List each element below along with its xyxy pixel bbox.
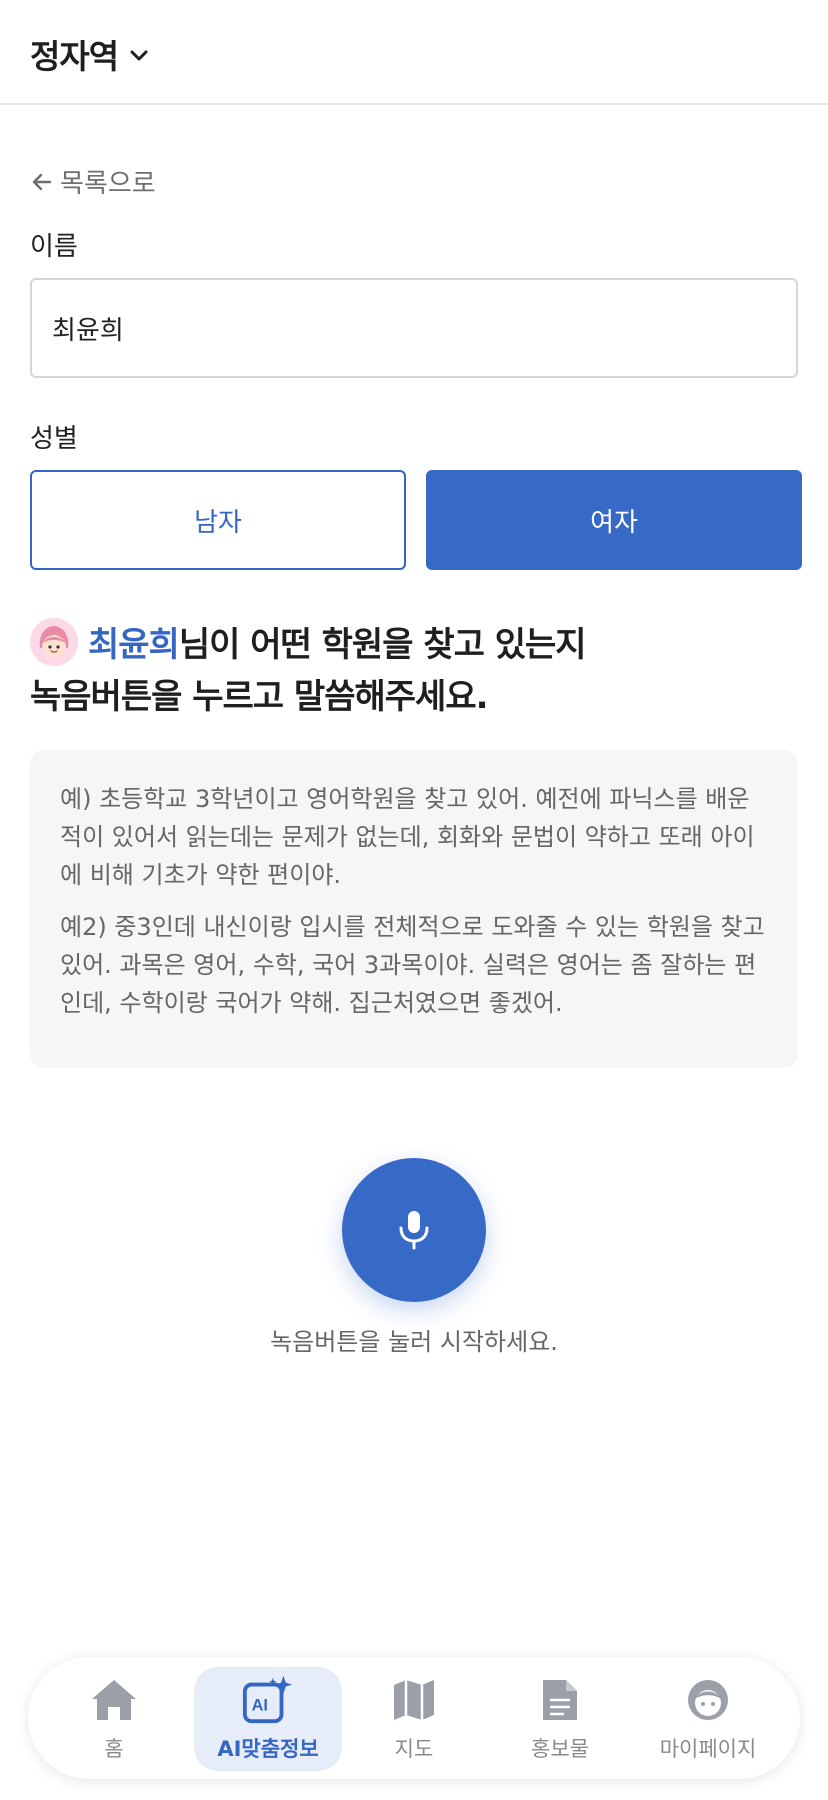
station-name: 정자역: [30, 37, 119, 76]
gender-male-button[interactable]: 남자: [30, 470, 406, 570]
station-selector[interactable]: 정자역: [30, 30, 150, 78]
record-hint: 녹음버튼을 눌러 시작하세요.: [270, 1328, 558, 1356]
nav-item-mypage[interactable]: 마이페이지: [634, 1667, 782, 1771]
ai-sparkle-icon: AI: [241, 1673, 295, 1727]
nav-label-home: 홈: [104, 1737, 124, 1761]
home-icon: [87, 1673, 141, 1727]
nav-label-map: 지도: [394, 1737, 434, 1761]
name-label: 이름: [30, 232, 78, 262]
prompt-line2: 녹음버튼을 누르고 말씀해주세요.: [30, 677, 489, 717]
gender-label: 성별: [30, 424, 78, 454]
nav-item-flyers[interactable]: 홍보물: [486, 1667, 634, 1771]
svg-text:AI: AI: [252, 1697, 268, 1715]
example-2: 예2) 중3인데 내신이랑 입시를 전체적으로 도와줄 수 있는 학원을 찾고 …: [60, 913, 765, 1017]
arrow-left-icon: [32, 173, 52, 190]
prompt-user-name: 최윤희: [88, 625, 180, 665]
microphone-icon: [399, 1211, 429, 1250]
nav-label-flyers: 홍보물: [531, 1737, 589, 1761]
name-field[interactable]: [30, 278, 798, 378]
prompt-line1: 님이 어떤 학원을 찾고 있는지: [178, 625, 587, 665]
girl-avatar-icon: [30, 618, 78, 666]
nav-item-home[interactable]: 홈: [40, 1667, 188, 1771]
back-label: 목록으로: [60, 169, 156, 199]
gender-female-button[interactable]: 여자: [426, 470, 802, 570]
document-icon: [533, 1673, 587, 1727]
nav-label-mypage: 마이페이지: [659, 1737, 757, 1761]
recording-prompt: 최윤희님이 어떤 학원을 찾고 있는지 녹음버튼을 누르고 말씀해주세요.: [30, 618, 800, 723]
nav-label-ai: AI맞춤정보: [217, 1737, 319, 1761]
bottom-navigation: 홈 AI AI맞춤정보 지도 홍보물 마이페이지: [28, 1657, 800, 1779]
nav-item-ai[interactable]: AI AI맞춤정보: [194, 1667, 342, 1771]
example-box: 예) 초등학교 3학년이고 영어학원을 찾고 있어. 예전에 파닉스를 배운적이…: [30, 750, 798, 1068]
example-1: 예) 초등학교 3학년이고 영어학원을 찾고 있어. 예전에 파닉스를 배운적이…: [60, 785, 755, 889]
map-icon: [387, 1673, 441, 1727]
face-icon: [681, 1673, 735, 1727]
back-to-list-link[interactable]: 목록으로: [30, 163, 156, 200]
nav-item-map[interactable]: 지도: [340, 1667, 488, 1771]
record-button[interactable]: [342, 1158, 486, 1302]
chevron-down-icon: [130, 50, 148, 61]
app-header: 정자역: [0, 0, 828, 105]
